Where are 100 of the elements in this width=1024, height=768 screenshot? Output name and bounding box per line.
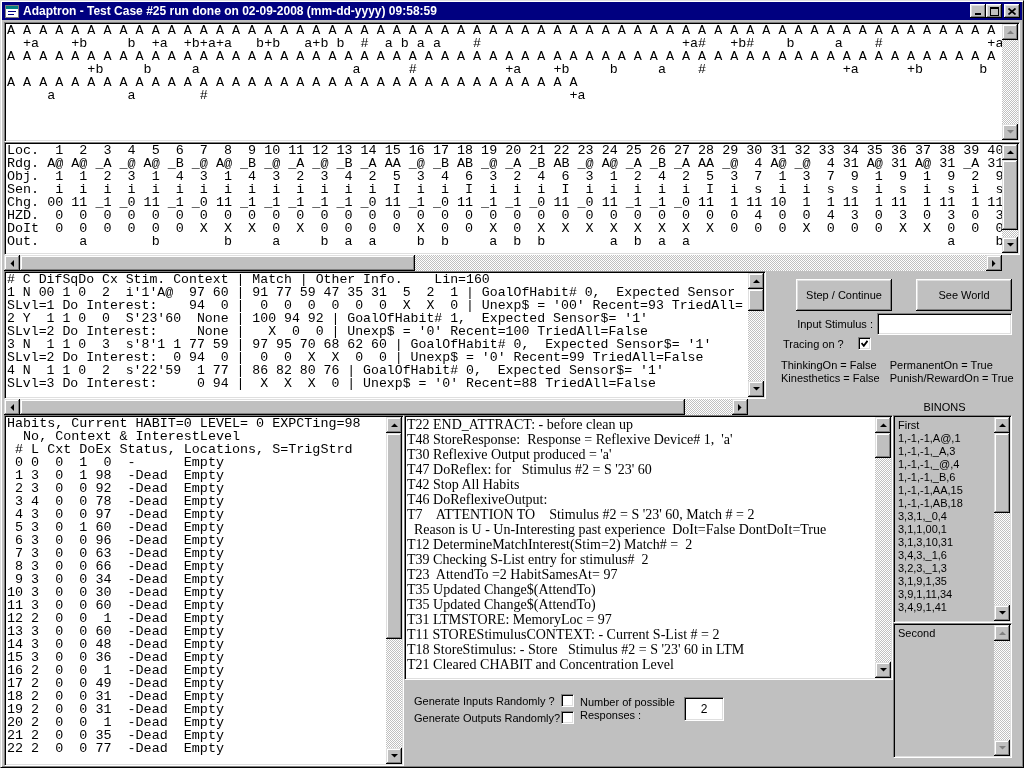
grid-line: Chg. 00 11 _1 _0 11 _1 _0 11 _1 _1 _1 _1 _1 _0 11 _1 _0 11 _1 _1 _0 11 _0 11 _1 _1 _0 11 1 11 10 1 1 11 1 11 1 11 1 11 [7, 195, 1002, 210]
list-item[interactable]: 3,1,9,1,35 [898, 575, 994, 588]
list-item[interactable]: 1,-1,-1,_B,6 [898, 471, 994, 484]
trace-line: T48 StoreResponse: Response = Reflexive Device# 1, 'a' [407, 432, 733, 447]
habit-line: 2 3 0 0 92 -Dead Empty [15, 481, 224, 496]
list-item[interactable]: 1,-1,-1,_@,4 [898, 458, 994, 471]
scroll-up-button[interactable] [748, 273, 764, 289]
trace-line: T7 ATTENTION TO Stimulus #2 = S '23' 60, Match # = 2 [407, 507, 755, 522]
habit-line: 16 2 0 0 1 -Dead Empty [7, 663, 224, 678]
list-item[interactable]: 1,-1,-1,A@,1 [898, 432, 994, 445]
context-line: 2 Y 1 1 0 0 S'23'60 None | 100 94 92 | GoalOfHabit# 1, Expected Sensor$= '1' [7, 311, 649, 326]
checkmark-icon [860, 340, 868, 347]
context-line: 1 N 00 1 0 2 i'1'A@ 97 60 | 91 77 59 47 35 31 5 2 1 | GoalOfHabit# 0, Expected Sensor [7, 285, 736, 300]
habit-line: 22 2 0 0 77 -Dead Empty [7, 741, 224, 756]
close-button[interactable] [1004, 4, 1020, 18]
down-arrow-icon [752, 387, 760, 391]
scroll-down-button[interactable] [748, 381, 764, 397]
trace-line: T42 Stop All Habits [407, 477, 520, 492]
scroll-up-button[interactable] [994, 417, 1010, 433]
down-arrow-icon [390, 754, 398, 758]
list-heading: First [898, 419, 921, 432]
up-arrow-icon [390, 423, 398, 427]
scrollbar-thumb[interactable] [994, 433, 1010, 513]
window-title: Adaptron - Test Case #25 run done on 02-09-2008 (mm-dd-yyyy) 09:58:59 [23, 4, 437, 18]
scroll-up-button[interactable] [386, 417, 402, 433]
scroll-up-button[interactable] [875, 417, 891, 433]
checkbox[interactable] [857, 337, 871, 350]
scroll-down-button[interactable] [994, 605, 1010, 621]
panel-label: BINONS [923, 401, 966, 413]
checkbox-label: Generate Inputs Randomly ? [414, 694, 556, 707]
scroll-down-button[interactable] [386, 748, 402, 764]
trace-line: T12 DetermineMatchInterest(Stim=2) Match# = 2 [407, 537, 693, 552]
checkbox[interactable] [561, 711, 574, 724]
habit-line: 15 3 0 0 36 -Dead Empty [7, 650, 224, 665]
trace-line: T30 Reflexive Output produced = 'a' [407, 447, 612, 462]
list-item[interactable]: 1,-1,-1,_A,3 [898, 445, 994, 458]
status-text: Punish/RewardOn = True [889, 372, 1014, 385]
scroll-right-button[interactable] [732, 399, 748, 415]
context-line: 3 N 1 1 0 3 s'8'1 1 77 59 | 97 95 70 68 62 60 | GoalOfHabit# 0, Expected Sensor$= '1' [7, 337, 712, 352]
context-line: SLvl=3 Do Interest: 0 94 | X X X 0 | Unexp$ = '0' Recent=88 TriedAll=False [7, 376, 656, 391]
list-item[interactable]: 3,1,3,10,31 [898, 536, 994, 549]
list-item[interactable]: 3,3,1,_0,4 [898, 510, 994, 523]
habit-line: 3 4 0 0 78 -Dead Empty [15, 494, 224, 509]
scroll-down-button[interactable] [1002, 124, 1018, 140]
trace-line: T46 DoReflexiveOutput: [407, 492, 548, 507]
scrollbar-thumb[interactable] [875, 433, 891, 458]
scroll-down-button[interactable] [1002, 237, 1018, 253]
list-item[interactable]: 3,9,1,11,34 [898, 588, 994, 601]
trace-line: T35 Updated Change$(AttendTo) [407, 597, 596, 612]
scroll-left-button[interactable] [4, 255, 20, 271]
scroll-up-button[interactable] [1002, 144, 1018, 160]
checkbox[interactable] [561, 694, 574, 707]
habit-line: 7 3 0 0 63 -Dead Empty [15, 546, 224, 561]
habit-line: 6 3 0 0 96 -Dead Empty [15, 533, 224, 548]
habit-line: 5 3 0 1 60 -Dead Empty [15, 520, 224, 535]
scroll-up-button[interactable] [994, 625, 1010, 641]
close-icon [1008, 7, 1016, 15]
grid-line: DoIt 0 0 0 0 0 0 X X X 0 X 0 0 0 0 X 0 0 X 0 X X X X X X X X 0 0 0 X 0 0 0 X X 0 0 0 [7, 221, 1002, 236]
status-text: ThinkingOn = False [781, 359, 878, 372]
status-text: PermanentOn = True [889, 359, 994, 372]
trace-line: Reason is U - Un-Interesting past experience DoIt=False DontDoIt=True [414, 522, 827, 537]
minimize-button[interactable] [970, 4, 986, 18]
habit-line: 18 2 0 0 31 -Dead Empty [7, 689, 224, 704]
number-field[interactable]: 2 [684, 697, 724, 721]
list-item[interactable]: 1,-1,-1,AB,18 [898, 497, 994, 510]
up-arrow-icon [998, 631, 1006, 635]
scroll-up-button[interactable] [1002, 24, 1018, 40]
checkbox-label: Tracing on ? [783, 337, 844, 350]
habit-line: 10 3 0 0 30 -Dead Empty [7, 585, 224, 600]
up-arrow-icon [1006, 30, 1014, 34]
habit-line: 19 2 0 0 31 -Dead Empty [7, 702, 224, 717]
command-button[interactable]: Step / Continue [796, 279, 892, 311]
down-arrow-icon [998, 746, 1006, 750]
habit-line: 20 2 0 0 1 -Dead Empty [7, 715, 224, 730]
up-arrow-icon [1006, 150, 1014, 154]
command-button[interactable]: See World [916, 279, 1012, 311]
history-line: A A A A A A A A A A A A A A A A A A A A A A A A A A A A A A A A A A A A A A A A A A A A A A A A A A A A A A A A A A A A A A [7, 49, 996, 64]
list-item[interactable]: 3,2,3,_1,3 [898, 562, 994, 575]
habit-line: 8 3 0 0 66 -Dead Empty [15, 559, 224, 574]
input-field[interactable] [877, 313, 1012, 335]
scroll-left-button[interactable] [4, 399, 20, 415]
scroll-down-button[interactable] [994, 740, 1010, 756]
scrollbar-thumb[interactable] [748, 289, 764, 311]
scroll-down-button[interactable] [875, 662, 891, 678]
list-item[interactable]: 1,-1,-1,AA,15 [898, 484, 994, 497]
status-text: Kinesthetics = False [781, 372, 880, 385]
scrollbar-thumb[interactable] [386, 433, 402, 639]
list-item[interactable]: 3,1,1,00,1 [898, 523, 994, 536]
scroll-right-button[interactable] [986, 255, 1002, 271]
maximize-icon [989, 6, 999, 16]
down-arrow-icon [879, 668, 887, 672]
list-item[interactable]: 3,4,9,1,41 [898, 601, 994, 614]
list-item[interactable]: 3,4,3,_1,6 [898, 549, 994, 562]
trace-line: T23 AttendTo =2 HabitSamesAt= 97 [407, 567, 618, 582]
left-arrow-icon [10, 259, 14, 267]
scrollbar-thumb[interactable] [20, 255, 415, 271]
maximize-button[interactable] [986, 4, 1002, 18]
grid-line: Sen. i i i i i i i i i i i i i i I i i I i i i I i i i i i I i s i i s s i s i s i s [7, 182, 1002, 197]
habit-line: 4 3 0 0 97 -Dead Empty [15, 507, 224, 522]
grid-line: Loc. 1 2 3 4 5 6 7 8 9 10 11 12 13 14 15 16 17 18 19 20 21 22 23 24 25 26 27 28 29 30 31 32 33 34 35 36 37 38 39 40 [7, 144, 1002, 158]
